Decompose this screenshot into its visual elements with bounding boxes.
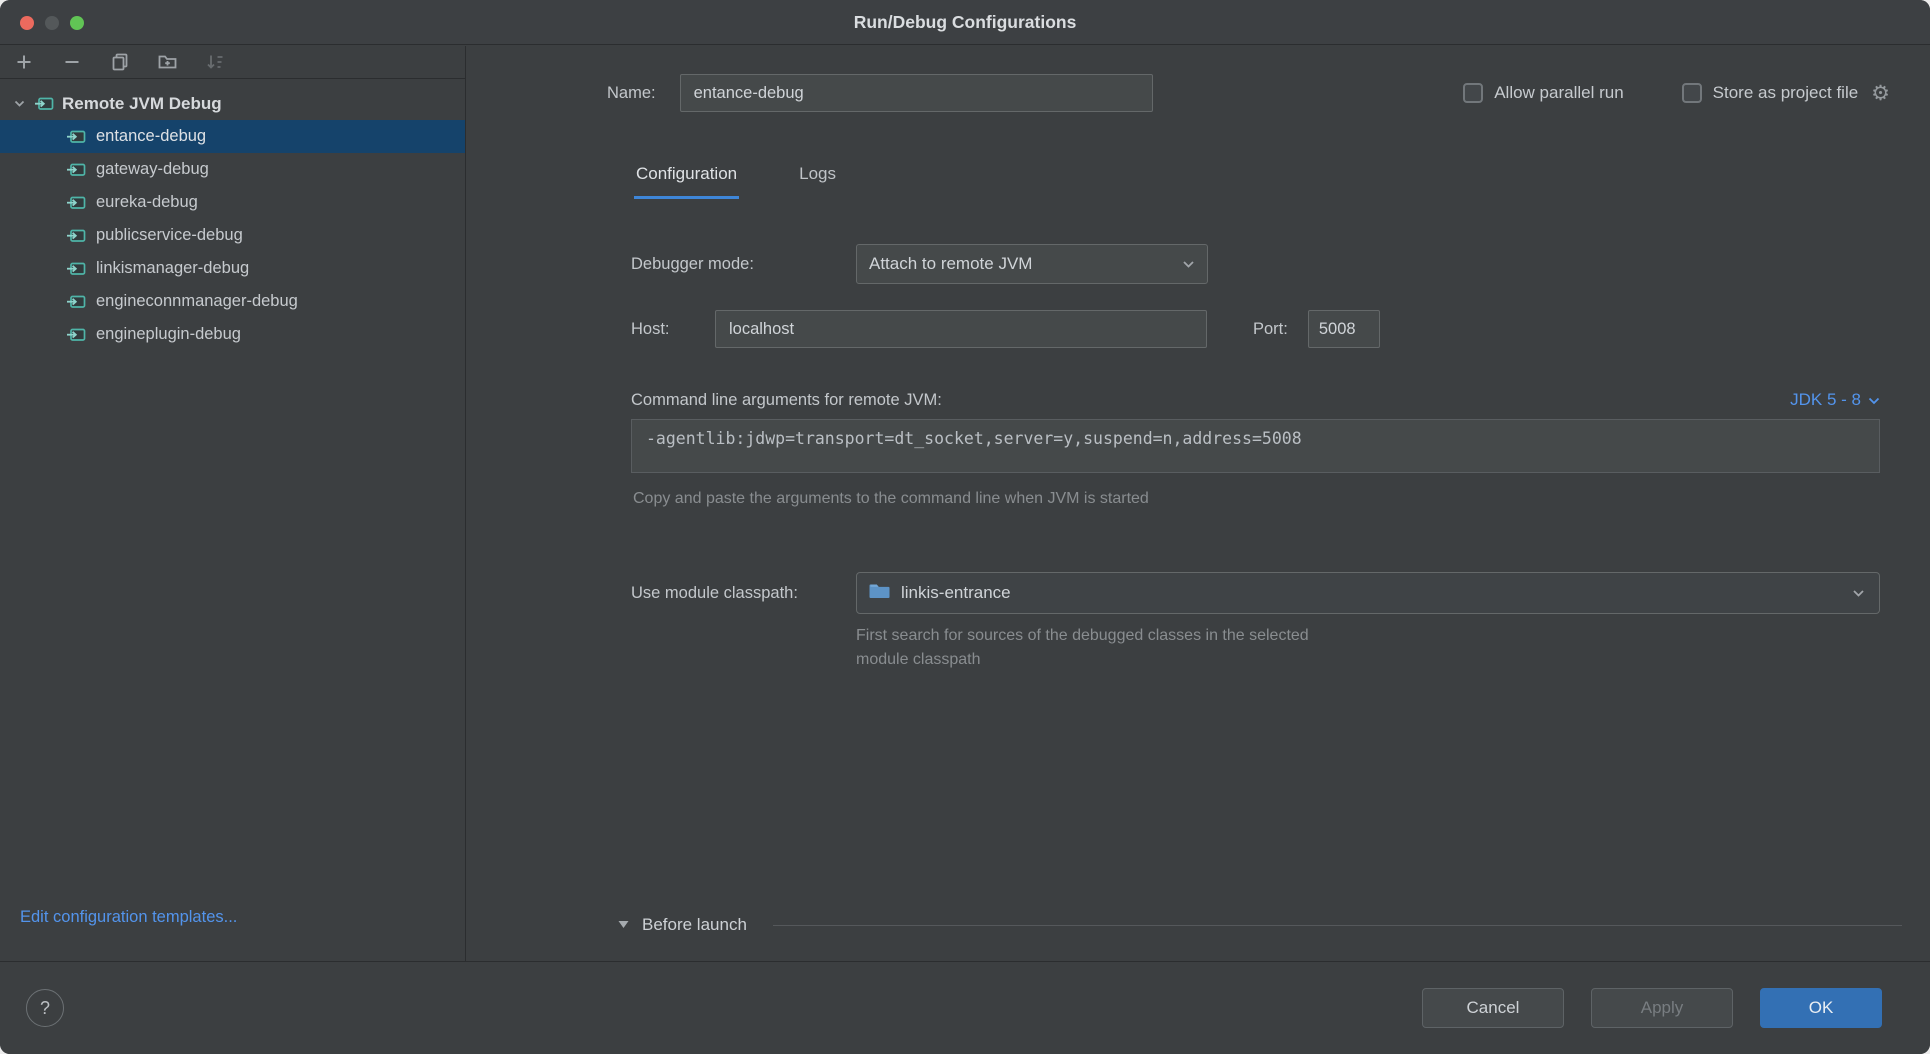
edit-configuration-templates-link[interactable]: Edit configuration templates... — [20, 908, 237, 927]
host-label: Host: — [631, 320, 715, 339]
section-divider — [773, 925, 1902, 926]
close-window-button[interactable] — [20, 16, 34, 30]
triangle-down-icon — [617, 916, 630, 934]
chevron-down-icon — [1868, 390, 1880, 410]
tab-logs[interactable]: Logs — [797, 164, 838, 199]
cmdline-label: Command line arguments for remote JVM: — [631, 391, 942, 410]
port-label: Port: — [1253, 320, 1288, 339]
cmdline-arguments-field[interactable]: -agentlib:jdwp=transport=dt_socket,serve… — [631, 419, 1880, 473]
config-name: linkismanager-debug — [96, 259, 249, 278]
tree-item-engineplugin-debug[interactable]: engineplugin-debug — [0, 318, 465, 351]
config-name: publicservice-debug — [96, 226, 243, 245]
jdk-version-selector[interactable]: JDK 5 - 8 — [1790, 390, 1880, 410]
traffic-lights — [20, 0, 84, 45]
jdk-version-value: JDK 5 - 8 — [1790, 390, 1861, 410]
run-debug-configurations-dialog: Run/Debug Configurations — [0, 0, 1930, 1054]
module-folder-icon — [869, 582, 890, 605]
help-button[interactable]: ? — [26, 989, 64, 1027]
port-value: 5008 — [1319, 320, 1356, 339]
tree-item-eureka-debug[interactable]: eureka-debug — [0, 186, 465, 219]
ok-button[interactable]: OK — [1760, 988, 1882, 1028]
add-configuration-icon[interactable] — [13, 52, 34, 72]
cmdline-hint: Copy and paste the arguments to the comm… — [633, 490, 1880, 508]
tab-configuration[interactable]: Configuration — [634, 164, 739, 199]
chevron-down-icon[interactable] — [12, 96, 27, 111]
remote-jvm-debug-icon — [34, 94, 55, 114]
tree-item-entance-debug[interactable]: entance-debug — [0, 120, 465, 153]
sidebar-toolbar — [0, 46, 465, 79]
dialog-footer: ? Cancel Apply OK — [0, 961, 1930, 1054]
sort-configurations-icon[interactable] — [205, 52, 226, 72]
zoom-window-button[interactable] — [70, 16, 84, 30]
gear-icon[interactable]: ⚙ — [1871, 83, 1890, 104]
before-launch-section-toggle[interactable]: Before launch — [617, 915, 1902, 935]
checkbox-group: Allow parallel run Store as project file… — [1463, 83, 1890, 104]
host-input[interactable]: localhost — [715, 310, 1207, 348]
config-name: eureka-debug — [96, 193, 198, 212]
remote-jvm-debug-icon — [66, 127, 87, 147]
configuration-tab-content: Debugger mode: Attach to remote JVM Host… — [631, 244, 1880, 672]
window-title: Run/Debug Configurations — [854, 12, 1077, 33]
debugger-mode-value: Attach to remote JVM — [869, 254, 1032, 274]
chevron-down-icon — [1182, 260, 1195, 269]
remote-jvm-debug-icon — [66, 193, 87, 213]
remote-jvm-debug-icon — [66, 160, 87, 180]
name-label: Name: — [607, 84, 656, 103]
module-classpath-row: Use module classpath: linkis-entrance — [631, 572, 1880, 614]
name-value: entance-debug — [694, 84, 804, 103]
cmdline-arguments-value: -agentlib:jdwp=transport=dt_socket,serve… — [646, 429, 1302, 448]
module-classpath-hint: First search for sources of the debugged… — [856, 624, 1880, 672]
module-classpath-hint-line2: module classpath — [856, 648, 1880, 672]
checkbox-box — [1682, 83, 1702, 103]
config-name: engineplugin-debug — [96, 325, 241, 344]
debugger-mode-dropdown[interactable]: Attach to remote JVM — [856, 244, 1208, 284]
name-row: Name: entance-debug Allow parallel run S… — [607, 74, 1890, 112]
tree-group-label: Remote JVM Debug — [62, 94, 222, 114]
tabs: Configuration Logs — [634, 164, 1930, 199]
host-value: localhost — [729, 320, 794, 339]
chevron-down-icon — [1852, 589, 1865, 598]
module-classpath-hint-line1: First search for sources of the debugged… — [856, 624, 1880, 648]
remote-jvm-debug-icon — [66, 292, 87, 312]
copy-configuration-icon[interactable] — [109, 52, 130, 72]
tree-item-gateway-debug[interactable]: gateway-debug — [0, 153, 465, 186]
configurations-tree: Remote JVM Debug entance-debug gateway-d… — [0, 79, 465, 351]
debugger-mode-row: Debugger mode: Attach to remote JVM — [631, 244, 1880, 284]
checkbox-label: Store as project file — [1713, 83, 1859, 103]
config-name: gateway-debug — [96, 160, 209, 179]
cancel-button[interactable]: Cancel — [1422, 988, 1564, 1028]
module-classpath-dropdown[interactable]: linkis-entrance — [856, 572, 1880, 614]
module-classpath-label: Use module classpath: — [631, 584, 856, 603]
store-as-project-file-checkbox[interactable]: Store as project file — [1682, 83, 1859, 103]
minimize-window-button[interactable] — [45, 16, 59, 30]
checkbox-label: Allow parallel run — [1494, 83, 1623, 103]
sidebar: Remote JVM Debug entance-debug gateway-d… — [0, 46, 466, 961]
tree-item-publicservice-debug[interactable]: publicservice-debug — [0, 219, 465, 252]
remote-jvm-debug-icon — [66, 259, 87, 279]
cmdline-header: Command line arguments for remote JVM: J… — [631, 390, 1880, 410]
tree-item-linkismanager-debug[interactable]: linkismanager-debug — [0, 252, 465, 285]
debugger-mode-label: Debugger mode: — [631, 255, 856, 274]
remote-jvm-debug-icon — [66, 226, 87, 246]
new-folder-icon[interactable] — [157, 52, 178, 72]
apply-button[interactable]: Apply — [1591, 988, 1733, 1028]
config-name: engineconnmanager-debug — [96, 292, 298, 311]
host-port-row: Host: localhost Port: 5008 — [631, 310, 1880, 348]
config-name: entance-debug — [96, 127, 206, 146]
port-input[interactable]: 5008 — [1308, 310, 1380, 348]
remove-configuration-icon[interactable] — [61, 52, 82, 72]
titlebar: Run/Debug Configurations — [0, 0, 1930, 45]
tree-item-engineconnmanager-debug[interactable]: engineconnmanager-debug — [0, 285, 465, 318]
remote-jvm-debug-icon — [66, 325, 87, 345]
name-input[interactable]: entance-debug — [680, 74, 1153, 112]
before-launch-label: Before launch — [642, 915, 747, 935]
module-classpath-value: linkis-entrance — [901, 583, 1011, 603]
tree-group-remote-jvm-debug[interactable]: Remote JVM Debug — [0, 87, 465, 120]
checkbox-box — [1463, 83, 1483, 103]
configuration-panel: Name: entance-debug Allow parallel run S… — [467, 46, 1930, 961]
allow-parallel-run-checkbox[interactable]: Allow parallel run — [1463, 83, 1623, 103]
